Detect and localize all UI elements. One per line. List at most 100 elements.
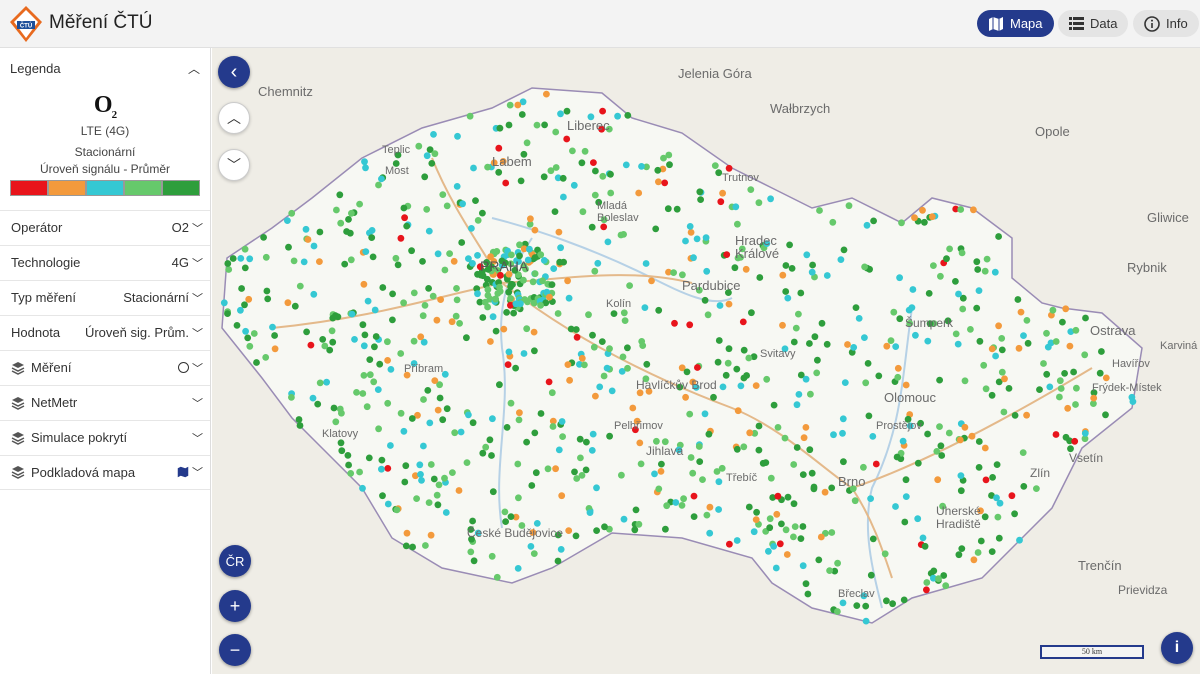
measurement-point[interactable] [855, 315, 863, 322]
measurement-point[interactable] [993, 461, 1001, 468]
measurement-point[interactable] [400, 204, 408, 212]
measurement-point[interactable] [518, 111, 526, 118]
measurement-point[interactable] [980, 361, 988, 369]
measurement-point[interactable] [316, 228, 324, 236]
measurement-point[interactable] [696, 458, 704, 465]
measurement-point[interactable] [1072, 326, 1080, 334]
measurement-point[interactable] [839, 415, 847, 423]
measurement-point[interactable] [549, 423, 557, 430]
measurement-point[interactable] [515, 494, 522, 502]
measurement-point[interactable] [1064, 404, 1072, 412]
measurement-point[interactable] [890, 308, 898, 316]
measurement-point[interactable] [262, 253, 270, 261]
measurement-point[interactable] [924, 430, 931, 438]
legend-header[interactable]: Legenda ︿ [0, 48, 210, 88]
measurement-point[interactable] [543, 90, 550, 98]
measurement-point[interactable] [533, 121, 541, 129]
measurement-point[interactable] [425, 499, 433, 506]
measurement-point[interactable] [988, 391, 996, 399]
measurement-point[interactable] [766, 524, 774, 532]
measurement-point[interactable] [494, 290, 502, 297]
measurement-point[interactable] [795, 391, 803, 398]
measurement-point[interactable] [507, 513, 515, 520]
measurement-point[interactable] [989, 474, 996, 481]
measurement-point[interactable] [1096, 369, 1104, 377]
measurement-point[interactable] [421, 302, 429, 309]
measurement-point[interactable] [705, 430, 713, 438]
measurement-point[interactable] [938, 452, 946, 459]
measurement-point[interactable] [778, 520, 785, 528]
measurement-point[interactable] [427, 531, 435, 539]
measurement-point[interactable] [622, 161, 630, 169]
measurement-point[interactable] [337, 439, 345, 447]
measurement-point[interactable] [379, 284, 387, 291]
measurement-point[interactable] [799, 523, 807, 530]
measurement-point[interactable] [409, 543, 416, 551]
measurement-point[interactable] [853, 602, 861, 609]
measurement-point[interactable] [389, 316, 396, 324]
measurement-point[interactable] [452, 312, 460, 320]
measurement-point[interactable] [540, 173, 548, 181]
measurement-point[interactable] [607, 170, 614, 178]
measurement-point[interactable] [296, 422, 304, 429]
measurement-point[interactable] [374, 386, 382, 393]
measurement-point[interactable] [250, 330, 258, 337]
measurement-point[interactable] [316, 379, 324, 387]
measurement-point[interactable] [378, 456, 386, 464]
measurement-point[interactable] [552, 128, 560, 136]
measurement-point[interactable] [372, 333, 380, 340]
measurement-point[interactable] [427, 461, 435, 468]
measurement-point[interactable] [826, 567, 833, 574]
measurement-point[interactable] [943, 255, 950, 263]
measurement-point[interactable] [788, 265, 796, 272]
measurement-point[interactable] [419, 312, 427, 320]
layer-row[interactable]: Měření ﹀ [0, 349, 210, 385]
measurement-point[interactable] [781, 434, 789, 442]
measurement-point[interactable] [337, 219, 345, 227]
measurement-point[interactable] [1046, 383, 1054, 391]
measurement-point[interactable] [487, 338, 494, 345]
measurement-point[interactable] [723, 251, 731, 258]
measurement-point[interactable] [467, 548, 475, 556]
measurement-point[interactable] [958, 545, 966, 552]
measurement-point[interactable] [690, 492, 698, 500]
measurement-point[interactable] [1081, 429, 1089, 437]
measurement-point[interactable] [753, 508, 760, 516]
measurement-point[interactable] [507, 295, 514, 302]
measurement-point[interactable] [573, 333, 581, 341]
measurement-point[interactable] [756, 274, 764, 281]
measurement-point[interactable] [378, 465, 385, 473]
measurement-point[interactable] [263, 287, 271, 295]
measurement-point[interactable] [495, 144, 503, 152]
measurement-point[interactable] [531, 270, 539, 277]
measurement-point[interactable] [1014, 296, 1022, 303]
measurement-point[interactable] [1020, 332, 1027, 339]
measurement-point[interactable] [1020, 483, 1028, 490]
measurement-point[interactable] [503, 424, 511, 431]
measurement-point[interactable] [547, 167, 555, 175]
measurement-point[interactable] [909, 286, 917, 293]
measurement-point[interactable] [434, 501, 442, 509]
measurement-point[interactable] [652, 225, 660, 233]
layer-row[interactable]: Podkladová mapa ﹀ [0, 454, 210, 490]
map-canvas[interactable]: Chemnitz Jelenia Góra Wałbrzych Opole Li… [212, 48, 1200, 674]
measurement-point[interactable] [425, 227, 433, 235]
measurement-point[interactable] [839, 599, 847, 607]
measurement-point[interactable] [752, 382, 760, 389]
measurement-point[interactable] [376, 360, 384, 368]
measurement-point[interactable] [937, 442, 945, 450]
measurement-point[interactable] [1023, 317, 1031, 324]
measurement-point[interactable] [457, 428, 465, 436]
measurement-point[interactable] [840, 246, 848, 254]
measurement-point[interactable] [608, 387, 616, 395]
measurement-point[interactable] [271, 345, 279, 353]
measurement-point[interactable] [770, 543, 778, 550]
measurement-point[interactable] [397, 234, 405, 242]
measurement-point[interactable] [557, 110, 564, 118]
measurement-point[interactable] [369, 253, 377, 261]
measurement-point[interactable] [596, 383, 604, 391]
measurement-point[interactable] [540, 257, 548, 264]
measurement-point[interactable] [837, 256, 845, 263]
measurement-point[interactable] [869, 433, 877, 440]
measurement-point[interactable] [537, 302, 544, 309]
